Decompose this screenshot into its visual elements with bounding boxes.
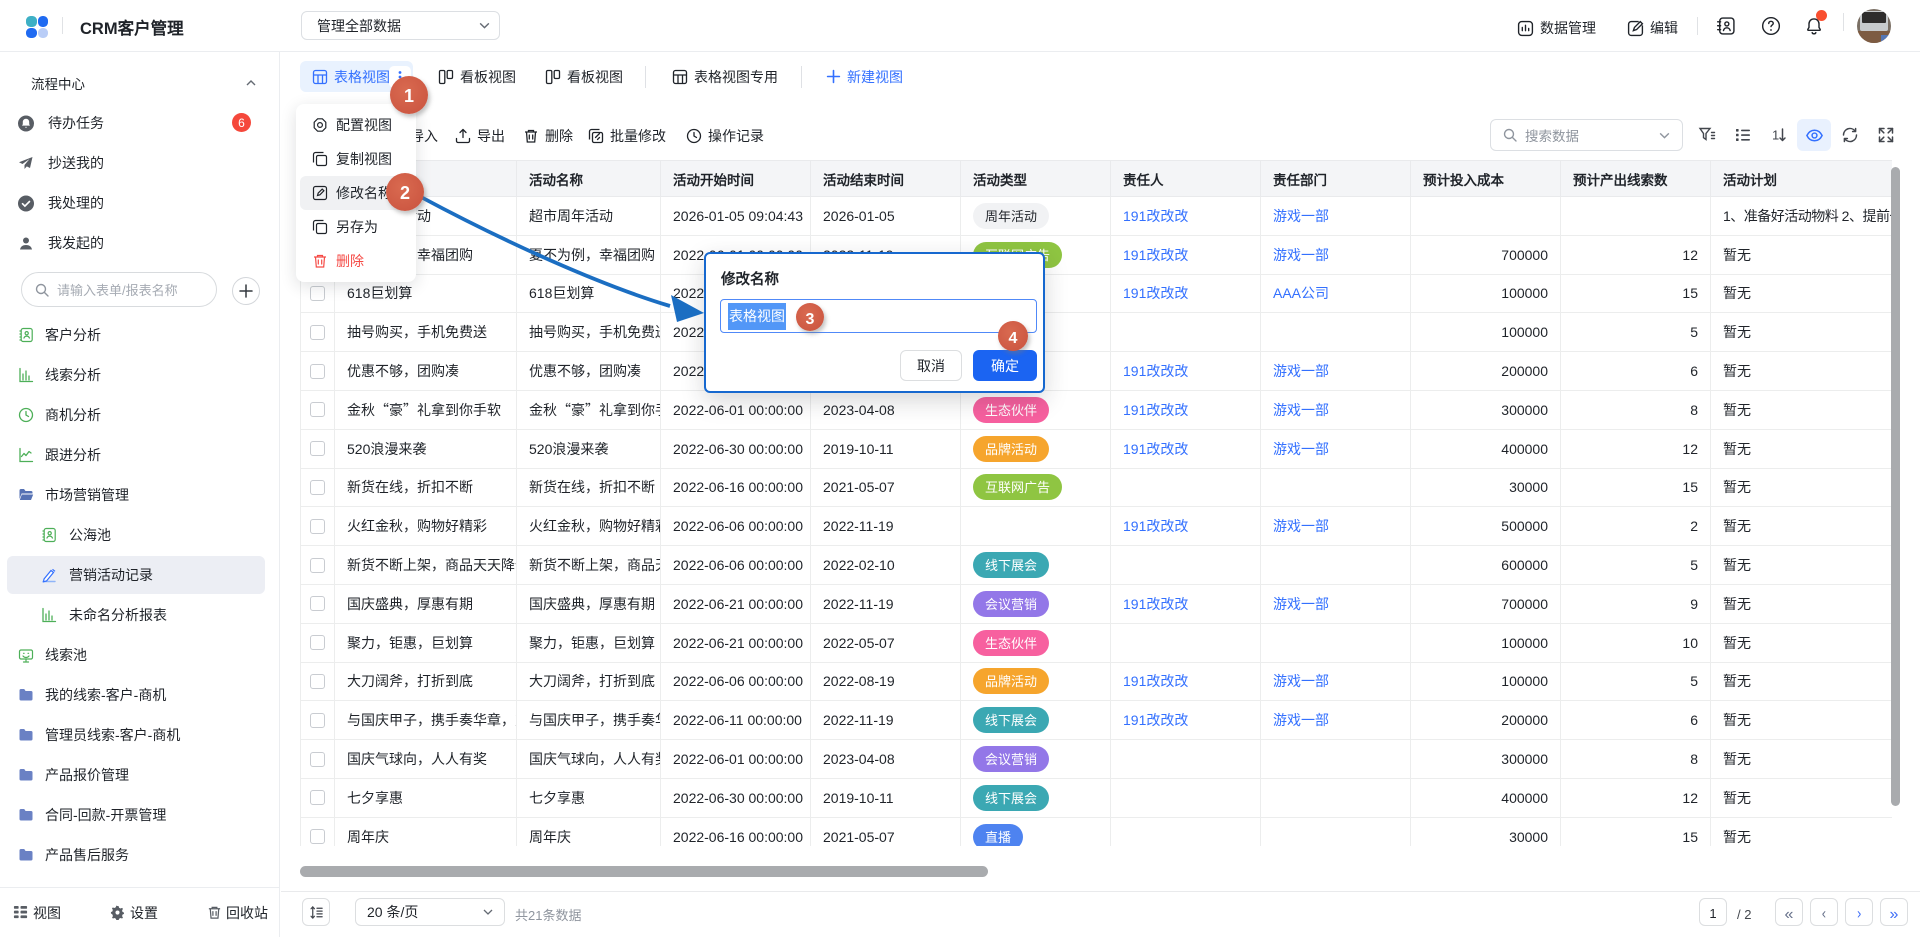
- svg-text:1: 1: [1772, 128, 1779, 143]
